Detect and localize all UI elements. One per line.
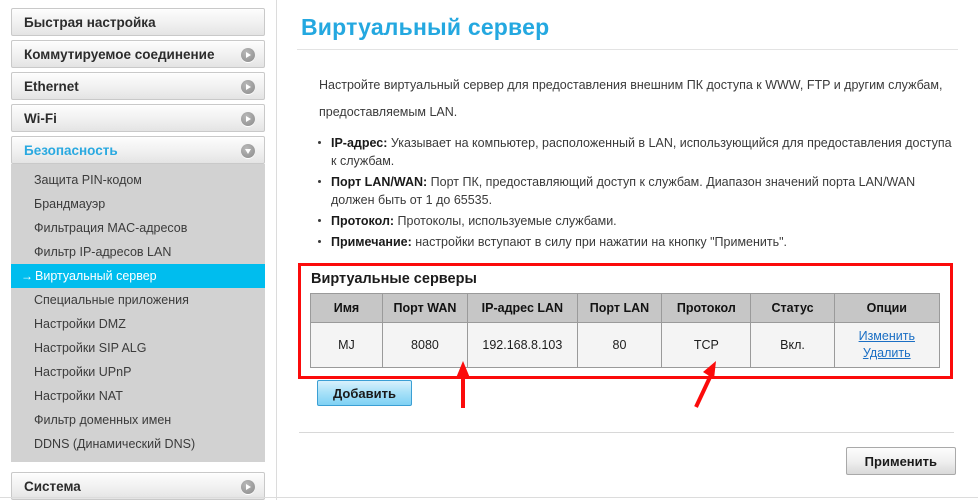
nav-group-quick-setup: Быстрая настройка	[11, 8, 265, 36]
list-item: Порт LAN/WAN: Порт ПК, предоставляющий д…	[315, 173, 958, 209]
sidebar-item-label: Настройки SIP ALG	[34, 341, 147, 355]
sidebar-item-pin-protection[interactable]: Защита PIN-кодом	[11, 168, 265, 192]
sidebar-item-label: Виртуальный сервер	[35, 269, 157, 283]
sidebar-item-label: Настройки UPnP	[34, 365, 132, 379]
sidebar-item-security[interactable]: Безопасность	[11, 136, 265, 164]
sidebar-navigation: Быстрая настройка Коммутируемое соединен…	[0, 0, 277, 500]
sidebar-item-upnp-settings[interactable]: Настройки UPnP	[11, 360, 265, 384]
sidebar-item-system[interactable]: Система	[11, 472, 265, 500]
main-content: Виртуальный сервер Настройте виртуальный…	[277, 0, 978, 500]
sidebar-item-wifi[interactable]: Wi-Fi	[11, 104, 265, 132]
sidebar-item-label: Настройки NAT	[34, 389, 123, 403]
sidebar-item-label: Безопасность	[24, 143, 118, 158]
edit-link[interactable]: Изменить	[841, 328, 933, 345]
sidebar-item-label: DDNS (Динамический DNS)	[34, 437, 196, 451]
sidebar-item-firewall[interactable]: Брандмауэр	[11, 192, 265, 216]
bullet-term: Порт LAN/WAN:	[331, 175, 428, 189]
add-button[interactable]: Добавить	[317, 380, 412, 406]
sidebar-item-label: Специальные приложения	[34, 293, 189, 307]
panel-title: Виртуальные серверы	[311, 271, 477, 287]
virtual-servers-panel: Виртуальные серверы Имя Порт WAN IP-адре…	[297, 263, 958, 379]
cell-status: Вкл.	[750, 322, 835, 368]
sidebar-item-label: Фильтрация MAC-адресов	[34, 221, 188, 235]
virtual-servers-table: Имя Порт WAN IP-адрес LAN Порт LAN Прото…	[310, 293, 941, 368]
router-admin-page: Быстрая настройка Коммутируемое соединен…	[0, 0, 978, 500]
cell-wan-port: 8080	[381, 322, 468, 368]
bullet-text: настройки вступают в силу при нажатии на…	[411, 235, 788, 249]
sidebar-item-label: Wi-Fi	[24, 111, 57, 126]
nav-group-security: Безопасность Защита PIN-кодом Брандмауэр…	[11, 136, 265, 462]
sidebar-item-dmz-settings[interactable]: Настройки DMZ	[11, 312, 265, 336]
sidebar-item-nat-settings[interactable]: Настройки NAT	[11, 384, 265, 408]
sidebar-item-quick-setup[interactable]: Быстрая настройка	[11, 8, 265, 36]
list-item: Примечание: настройки вступают в силу пр…	[315, 233, 958, 251]
page-bottom-divider	[0, 497, 978, 498]
apply-button[interactable]: Применить	[845, 447, 956, 475]
column-header-lan-port: Порт LAN	[576, 293, 663, 323]
column-header-wan-port: Порт WAN	[381, 293, 468, 323]
list-item: Протокол: Протоколы, используемые служба…	[315, 212, 958, 230]
sidebar-item-lan-ip-filter[interactable]: Фильтр IP-адресов LAN	[11, 240, 265, 264]
chevron-right-icon[interactable]	[241, 48, 255, 62]
title-divider	[297, 49, 958, 50]
sidebar-item-label: Быстрая настройка	[24, 15, 156, 30]
sidebar-item-special-applications[interactable]: Специальные приложения	[11, 288, 265, 312]
cell-name: MJ	[310, 322, 383, 368]
intro-paragraph: Настройте виртуальный сервер для предост…	[319, 78, 943, 119]
nav-group-dialup: Коммутируемое соединение	[11, 40, 265, 68]
cell-lan-ip: 192.168.8.103	[466, 322, 578, 368]
sidebar-item-sip-alg-settings[interactable]: Настройки SIP ALG	[11, 336, 265, 360]
sidebar-item-label: Фильтр доменных имен	[34, 413, 172, 427]
cell-protocol: TCP	[661, 322, 752, 368]
arrow-right-icon: →	[21, 269, 33, 283]
sidebar-item-ddns[interactable]: DDNS (Динамический DNS)	[11, 432, 265, 456]
bullet-term: Протокол:	[331, 214, 395, 228]
column-header-protocol: Протокол	[661, 293, 752, 323]
chevron-down-icon[interactable]	[241, 144, 255, 158]
sidebar-item-virtual-server[interactable]: → Виртуальный сервер	[11, 264, 265, 288]
page-title: Виртуальный сервер	[301, 14, 550, 40]
sidebar-item-dialup-connection[interactable]: Коммутируемое соединение	[11, 40, 265, 68]
nav-group-ethernet: Ethernet	[11, 72, 265, 100]
column-header-lan-ip: IP-адрес LAN	[466, 293, 578, 323]
nav-group-system: Система	[11, 472, 265, 500]
column-header-name: Имя	[310, 293, 383, 323]
chevron-right-icon[interactable]	[241, 80, 255, 94]
description-bullet-list: IP-адрес: Указывает на компьютер, распол…	[315, 134, 958, 251]
sidebar-item-label: Настройки DMZ	[34, 317, 126, 331]
table-header-row: Имя Порт WAN IP-адрес LAN Порт LAN Прото…	[310, 293, 941, 323]
chevron-right-icon[interactable]	[241, 480, 255, 494]
sidebar-item-label: Система	[24, 479, 81, 494]
sidebar-item-ethernet[interactable]: Ethernet	[11, 72, 265, 100]
column-header-options: Опции	[833, 293, 941, 323]
bullet-text: Указывает на компьютер, расположенный в …	[331, 136, 952, 168]
apply-button-row: Применить	[297, 433, 958, 475]
sidebar-item-label: Коммутируемое соединение	[24, 47, 215, 62]
list-item: IP-адрес: Указывает на компьютер, распол…	[315, 134, 958, 170]
sidebar-item-label: Ethernet	[24, 79, 79, 94]
sidebar-item-mac-filtering[interactable]: Фильтрация MAC-адресов	[11, 216, 265, 240]
sidebar-item-label: Брандмауэр	[34, 197, 106, 211]
bullet-text: Протоколы, используемые службами.	[394, 214, 617, 228]
sidebar-submenu-security: Защита PIN-кодом Брандмауэр Фильтрация M…	[11, 164, 265, 462]
sidebar-item-label: Защита PIN-кодом	[34, 173, 142, 187]
delete-link[interactable]: Удалить	[841, 345, 933, 362]
cell-options: Изменить Удалить	[833, 322, 941, 368]
cell-lan-port: 80	[576, 322, 663, 368]
sidebar-item-label: Фильтр IP-адресов LAN	[34, 245, 172, 259]
nav-group-wifi: Wi-Fi	[11, 104, 265, 132]
sidebar-item-domain-name-filter[interactable]: Фильтр доменных имен	[11, 408, 265, 432]
bullet-term: IP-адрес:	[331, 136, 388, 150]
chevron-right-icon[interactable]	[241, 112, 255, 126]
table-row: MJ 8080 192.168.8.103 80 TCP Вкл. Измени…	[310, 322, 941, 368]
bullet-term: Примечание:	[331, 235, 412, 249]
column-header-status: Статус	[750, 293, 835, 323]
